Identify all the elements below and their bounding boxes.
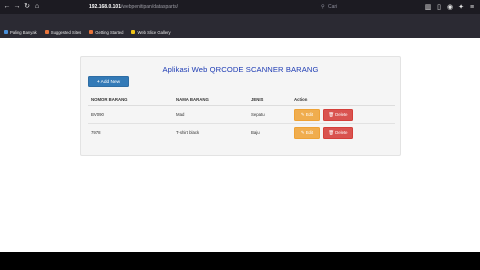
plus-icon: + bbox=[96, 80, 100, 85]
trash-icon: 🗑 bbox=[328, 129, 335, 135]
reload-icon[interactable]: ↻ bbox=[22, 0, 32, 14]
search-placeholder: Cari bbox=[328, 4, 338, 10]
edit-button[interactable]: ✎Edit bbox=[294, 108, 320, 121]
edit-button[interactable]: ✎Edit bbox=[294, 126, 320, 139]
column-header: NAMA BARANG bbox=[173, 94, 248, 106]
back-icon[interactable]: ← bbox=[2, 0, 12, 14]
home-icon[interactable]: ⌂ bbox=[32, 0, 42, 14]
column-header: NOMOR BARANG bbox=[88, 94, 173, 106]
bookmark-label: Web Slice Gallery bbox=[137, 29, 171, 35]
account-icon[interactable]: ◉ bbox=[446, 3, 454, 11]
extension-icon[interactable]: ✦ bbox=[457, 3, 465, 11]
cell-action: ✎Edit 🗑Delete bbox=[291, 123, 395, 141]
bookmark-label: Getting Started bbox=[95, 29, 124, 35]
browser-toolbar: ← → ↻ ⌂ 192.168.0.101/webpenitipan/datas… bbox=[0, 0, 480, 14]
cell-action: ✎Edit 🗑Delete bbox=[291, 105, 395, 124]
bookmark-icon bbox=[89, 30, 94, 34]
app-panel: Aplikasi Web QRCODE SCANNER BARANG +Add … bbox=[80, 56, 401, 156]
delete-label: Delete bbox=[335, 111, 348, 117]
page-title: Aplikasi Web QRCODE SCANNER BARANG bbox=[162, 65, 319, 74]
items-table: NOMOR BARANG NAMA BARANG JENIS Action BV… bbox=[88, 94, 395, 141]
delete-button[interactable]: 🗑Delete bbox=[323, 126, 353, 139]
search-input[interactable]: ⚲ Cari bbox=[318, 3, 400, 12]
cell-nomor: 7978 bbox=[88, 123, 173, 141]
delete-button[interactable]: 🗑Delete bbox=[323, 108, 353, 121]
cell-nama: T-shirt black bbox=[173, 123, 248, 141]
column-header: JENIS bbox=[248, 94, 291, 106]
edit-icon: ✎ bbox=[300, 129, 305, 135]
add-new-button[interactable]: +Add New bbox=[88, 76, 129, 87]
bookmark-label: Paling Banyak bbox=[10, 29, 37, 35]
cell-nomor: BV090 bbox=[88, 105, 173, 124]
table-row: BV090 Mad Sepatu ✎Edit 🗑Delete bbox=[88, 105, 395, 124]
search-icon: ⚲ bbox=[321, 4, 325, 10]
bookmarks-bar: Paling Banyak Suggested Sites Getting St… bbox=[0, 27, 480, 37]
bookmark-item[interactable]: Paling Banyak bbox=[4, 30, 37, 35]
table-row: 7978 T-shirt black Baju ✎Edit 🗑Delete bbox=[88, 123, 395, 141]
forward-icon[interactable]: → bbox=[12, 0, 22, 14]
cell-jenis: Baju bbox=[248, 123, 291, 141]
delete-label: Delete bbox=[335, 129, 348, 135]
url-host: 192.168.0.101 bbox=[89, 4, 121, 10]
url-path: /webpenitipan/datasparts/ bbox=[120, 4, 178, 10]
library-icon[interactable]: ▥ bbox=[424, 3, 432, 11]
letterbox-bottom bbox=[0, 252, 480, 270]
sidebar-icon[interactable]: ▯ bbox=[435, 3, 443, 11]
edit-label: Edit bbox=[305, 111, 314, 117]
cell-jenis: Sepatu bbox=[248, 105, 291, 124]
toolbar-right-icons: ▥ ▯ ◉ ✦ ≡ bbox=[424, 0, 476, 14]
bookmark-icon bbox=[4, 30, 8, 34]
bookmark-item[interactable]: Getting Started bbox=[89, 30, 123, 35]
page-content: Aplikasi Web QRCODE SCANNER BARANG +Add … bbox=[0, 38, 480, 252]
column-header: Action bbox=[291, 94, 395, 106]
bookmark-icon bbox=[131, 30, 136, 34]
add-new-label: Add New bbox=[100, 80, 121, 85]
edit-icon: ✎ bbox=[300, 111, 305, 117]
bookmark-item[interactable]: Suggested Sites bbox=[44, 29, 82, 35]
menu-icon[interactable]: ≡ bbox=[468, 4, 476, 11]
trash-icon: 🗑 bbox=[328, 111, 335, 117]
bookmark-icon bbox=[44, 30, 49, 34]
bookmark-label: Suggested Sites bbox=[50, 29, 82, 35]
cell-nama: Mad bbox=[173, 105, 248, 124]
edit-label: Edit bbox=[305, 129, 314, 135]
bookmark-item[interactable]: Web Slice Gallery bbox=[131, 29, 171, 35]
table-header-row: NOMOR BARANG NAMA BARANG JENIS Action bbox=[88, 94, 395, 106]
